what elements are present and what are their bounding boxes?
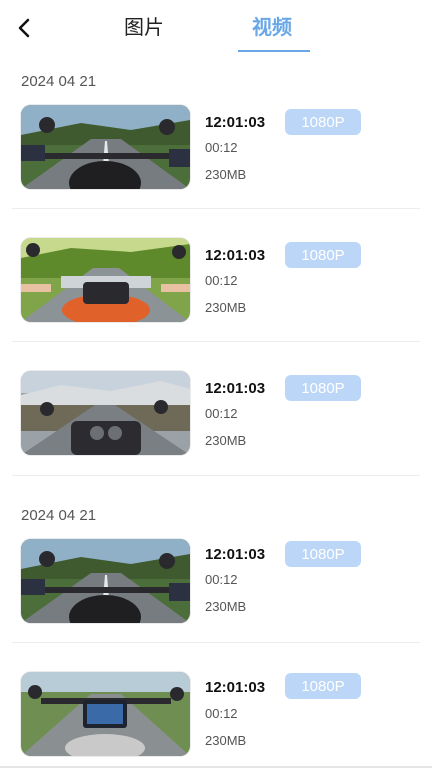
- video-list-item[interactable]: 12:01:03 1080P 00:12 230MB: [0, 231, 432, 365]
- video-size: 230MB: [205, 433, 247, 448]
- video-time: 12:01:03: [205, 679, 266, 696]
- video-duration: 00:12: [205, 273, 238, 288]
- video-duration: 00:12: [205, 406, 238, 421]
- resolution-badge: 1080P: [285, 242, 361, 268]
- video-duration: 00:12: [205, 140, 238, 155]
- divider: [12, 642, 420, 643]
- resolution-badge: 1080P: [285, 541, 361, 567]
- video-thumbnail[interactable]: [21, 371, 190, 455]
- video-list-item[interactable]: 12:01:03 1080P 00:12 230MB: [0, 364, 432, 498]
- video-thumbnail[interactable]: [21, 238, 190, 322]
- tab-photos[interactable]: 图片: [124, 16, 164, 40]
- resolution-badge: 1080P: [285, 673, 361, 699]
- video-size: 230MB: [205, 300, 247, 315]
- video-size: 230MB: [205, 733, 247, 748]
- video-thumbnail[interactable]: [21, 539, 190, 623]
- active-tab-indicator: [238, 50, 310, 52]
- divider: [12, 475, 420, 476]
- resolution-badge: 1080P: [285, 375, 361, 401]
- video-time: 12:01:03: [205, 380, 266, 397]
- video-duration: 00:12: [205, 706, 238, 721]
- divider: [12, 208, 420, 209]
- video-time: 12:01:03: [205, 114, 266, 131]
- video-gallery-page: 图片 视频 2024 04 21 12:01:03 1080P 00:12 23…: [0, 0, 432, 768]
- video-duration: 00:12: [205, 572, 238, 587]
- back-button[interactable]: [12, 14, 36, 42]
- video-thumbnail[interactable]: [21, 672, 190, 756]
- video-list-item[interactable]: 12:01:03 1080P 00:12 230MB: [0, 665, 432, 768]
- chevron-left-icon: [18, 18, 30, 38]
- video-size: 230MB: [205, 167, 247, 182]
- video-thumbnail[interactable]: [21, 105, 190, 189]
- video-list-item[interactable]: 12:01:03 1080P 00:12 230MB: [0, 532, 432, 666]
- video-time: 12:01:03: [205, 247, 266, 264]
- divider: [12, 341, 420, 342]
- video-size: 230MB: [205, 599, 247, 614]
- video-list-item[interactable]: 12:01:03 1080P 00:12 230MB: [0, 98, 432, 232]
- date-header: 2024 04 21: [21, 507, 97, 524]
- video-time: 12:01:03: [205, 546, 266, 563]
- tab-videos[interactable]: 视频: [252, 16, 292, 40]
- date-header: 2024 04 21: [21, 73, 97, 90]
- resolution-badge: 1080P: [285, 109, 361, 135]
- top-bar: 图片 视频: [0, 0, 432, 60]
